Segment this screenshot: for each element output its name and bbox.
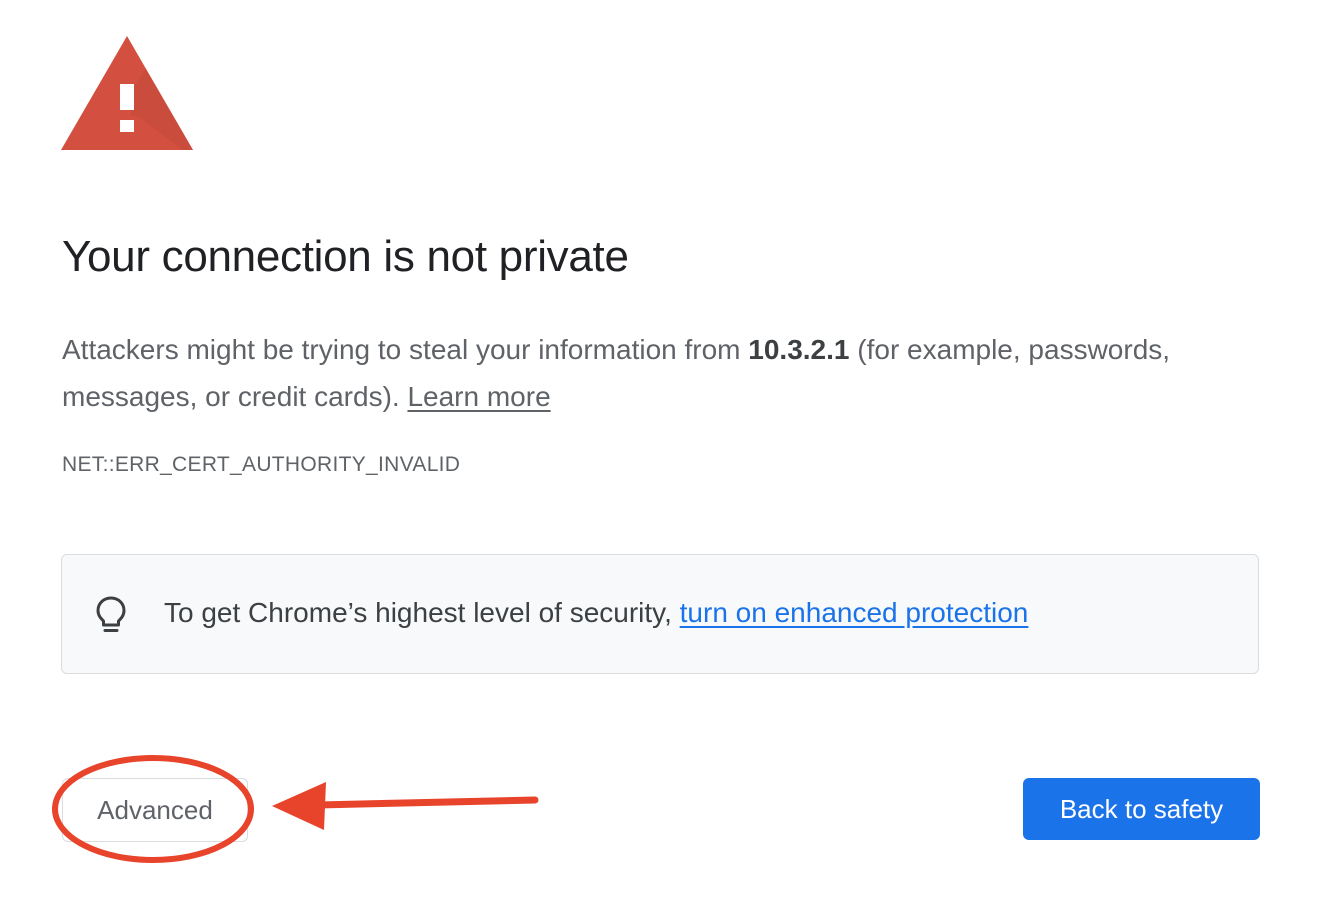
- page-title: Your connection is not private: [62, 232, 629, 281]
- error-code: NET::ERR_CERT_AUTHORITY_INVALID: [62, 453, 461, 476]
- security-interstitial-page: Your connection is not private Attackers…: [0, 0, 1324, 902]
- annotation-overlay: [52, 755, 539, 863]
- warning-triangle-icon: [61, 36, 193, 150]
- description-prefix: Attackers might be trying to steal your …: [62, 334, 749, 365]
- host-address: 10.3.2.1: [748, 334, 850, 365]
- back-to-safety-button[interactable]: Back to safety: [1023, 778, 1260, 840]
- lightbulb-icon: [96, 596, 126, 632]
- enhanced-protection-prefix: To get Chrome’s highest level of securit…: [164, 597, 680, 628]
- annotation-arrow-shaft: [314, 796, 539, 809]
- enhanced-protection-link[interactable]: turn on enhanced protection: [680, 597, 1029, 628]
- advanced-button[interactable]: Advanced: [62, 778, 248, 842]
- learn-more-link[interactable]: Learn more: [407, 381, 550, 412]
- enhanced-protection-text: To get Chrome’s highest level of securit…: [164, 597, 1028, 629]
- description-text: Attackers might be trying to steal your …: [62, 326, 1182, 420]
- enhanced-protection-banner: To get Chrome’s highest level of securit…: [61, 554, 1259, 674]
- annotation-arrow: [272, 782, 326, 830]
